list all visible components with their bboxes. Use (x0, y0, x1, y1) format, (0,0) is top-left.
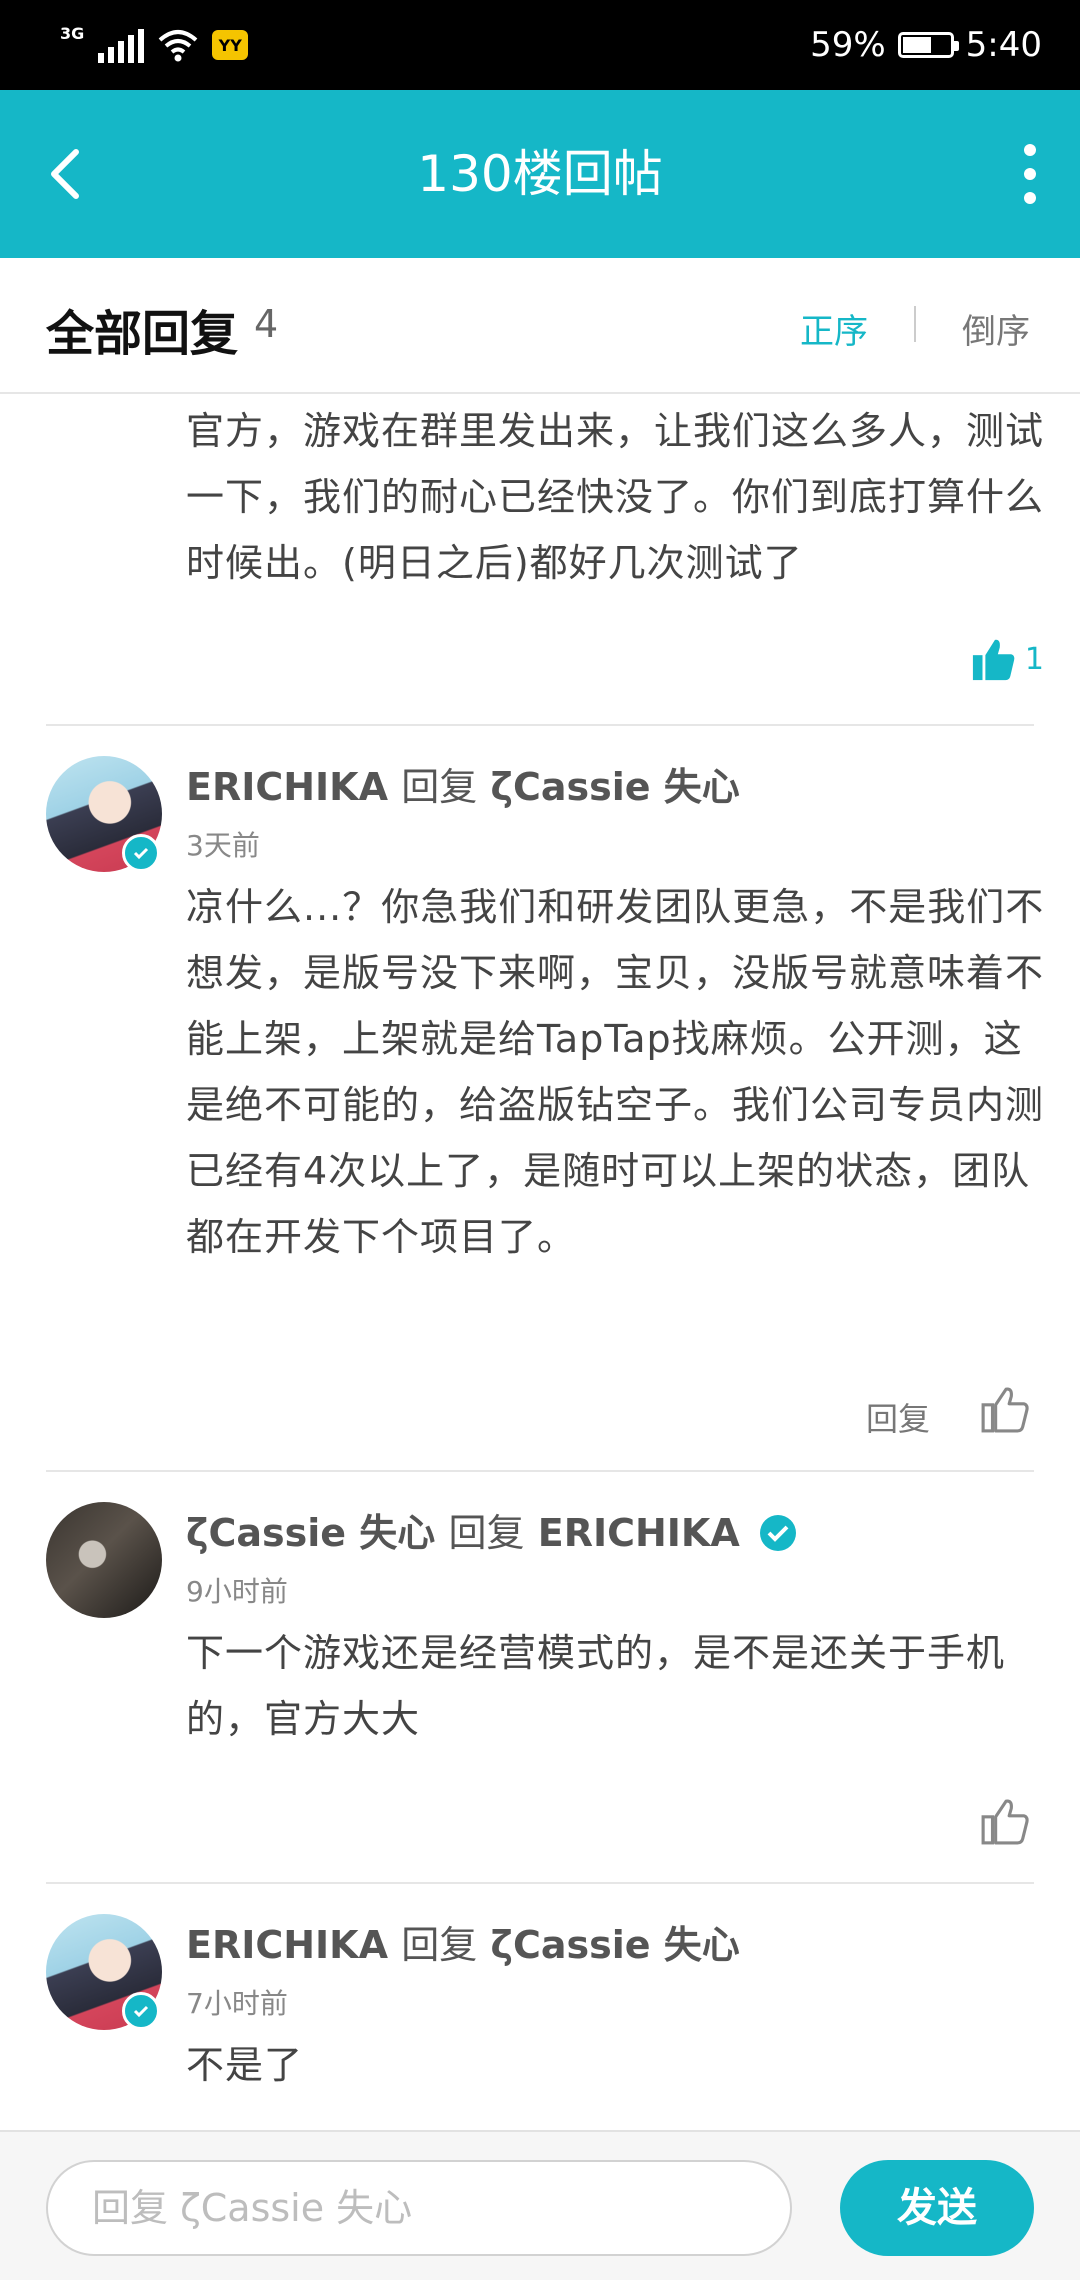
send-button[interactable]: 发送 (840, 2160, 1034, 2256)
reply-input[interactable] (46, 2160, 792, 2256)
yy-app-icon: YY (212, 30, 249, 60)
verified-badge-icon (122, 1992, 160, 2030)
comment-text: 不是了 (186, 2043, 304, 2087)
author-name[interactable]: ζCassie 失心 (186, 1511, 435, 1555)
verified-badge-icon (122, 834, 160, 872)
battery-percent: 59% (810, 25, 886, 65)
sort-divider (914, 306, 916, 342)
reply-verb: 回复 (401, 1923, 478, 1967)
reply-target[interactable]: ζCassie 失心 (491, 1923, 740, 1967)
comment-time: 7小时前 (186, 1987, 288, 2020)
status-right: 59% 5:40 (810, 22, 1042, 68)
thumbs-up-icon[interactable] (980, 1796, 1030, 1846)
prev-comment-like-button[interactable]: 1 (971, 636, 1044, 682)
battery-icon (897, 32, 959, 58)
clock: 5:40 (965, 25, 1042, 65)
replies-count: 4 (254, 302, 279, 346)
replies-title: 全部回复 (46, 306, 239, 362)
network-type: 3G (60, 23, 85, 43)
reply-target[interactable]: ERICHIKA (538, 1511, 740, 1555)
comment-author-line: ERICHIKA 回复 ζCassie 失心 (186, 756, 740, 811)
like-count: 1 (1024, 641, 1044, 677)
comment-author-line: ERICHIKA 回复 ζCassie 失心 (186, 1914, 740, 1969)
more-menu-icon[interactable] (1018, 144, 1042, 204)
comment-time: 3天前 (186, 829, 260, 862)
reply-verb: 回复 (448, 1511, 525, 1555)
sort-asc-button[interactable]: 正序 (800, 304, 868, 353)
prev-comment-text: 官方，游戏在群里发出来，让我们这么多人，测试一下，我们的耐心已经快没了。你们到底… (186, 409, 1045, 585)
status-left: 3G YY (60, 22, 249, 68)
replies-header: 全部回复 4 正序 倒序 (0, 258, 1080, 394)
avatar[interactable] (46, 1502, 162, 1618)
reply-button[interactable]: 回复 (866, 1394, 930, 1440)
page-title: 130楼回帖 (417, 145, 663, 203)
app-bar: 130楼回帖 (0, 90, 1080, 258)
comment-text: 下一个游戏还是经营模式的，是不是还关于手机的，官方大大 (186, 1631, 1006, 1741)
author-name[interactable]: ERICHIKA (186, 765, 388, 809)
status-bar: 3G YY 59% 5:40 (0, 0, 1080, 90)
comment-author-line: ζCassie 失心 回复 ERICHIKA (186, 1502, 797, 1557)
reply-bar: 发送 (0, 2130, 1080, 2280)
reply-verb: 回复 (401, 765, 478, 809)
verified-badge-icon (760, 1515, 797, 1551)
thumbs-up-filled-icon (972, 639, 1015, 681)
wifi-icon (158, 30, 198, 62)
comment-time: 9小时前 (186, 1575, 288, 1608)
comment-text: 凉什么...？你急我们和研发团队更急，不是我们不想发，是版号没下来啊，宝贝，没版… (186, 885, 1045, 1259)
reply-target[interactable]: ζCassie 失心 (491, 765, 740, 809)
thumbs-up-icon[interactable] (980, 1384, 1030, 1434)
divider (46, 724, 1034, 726)
divider (46, 1470, 1034, 1472)
sort-desc-button[interactable]: 倒序 (962, 304, 1030, 353)
divider (46, 1882, 1034, 1884)
author-name[interactable]: ERICHIKA (186, 1923, 388, 1967)
signal-icon (98, 27, 145, 63)
